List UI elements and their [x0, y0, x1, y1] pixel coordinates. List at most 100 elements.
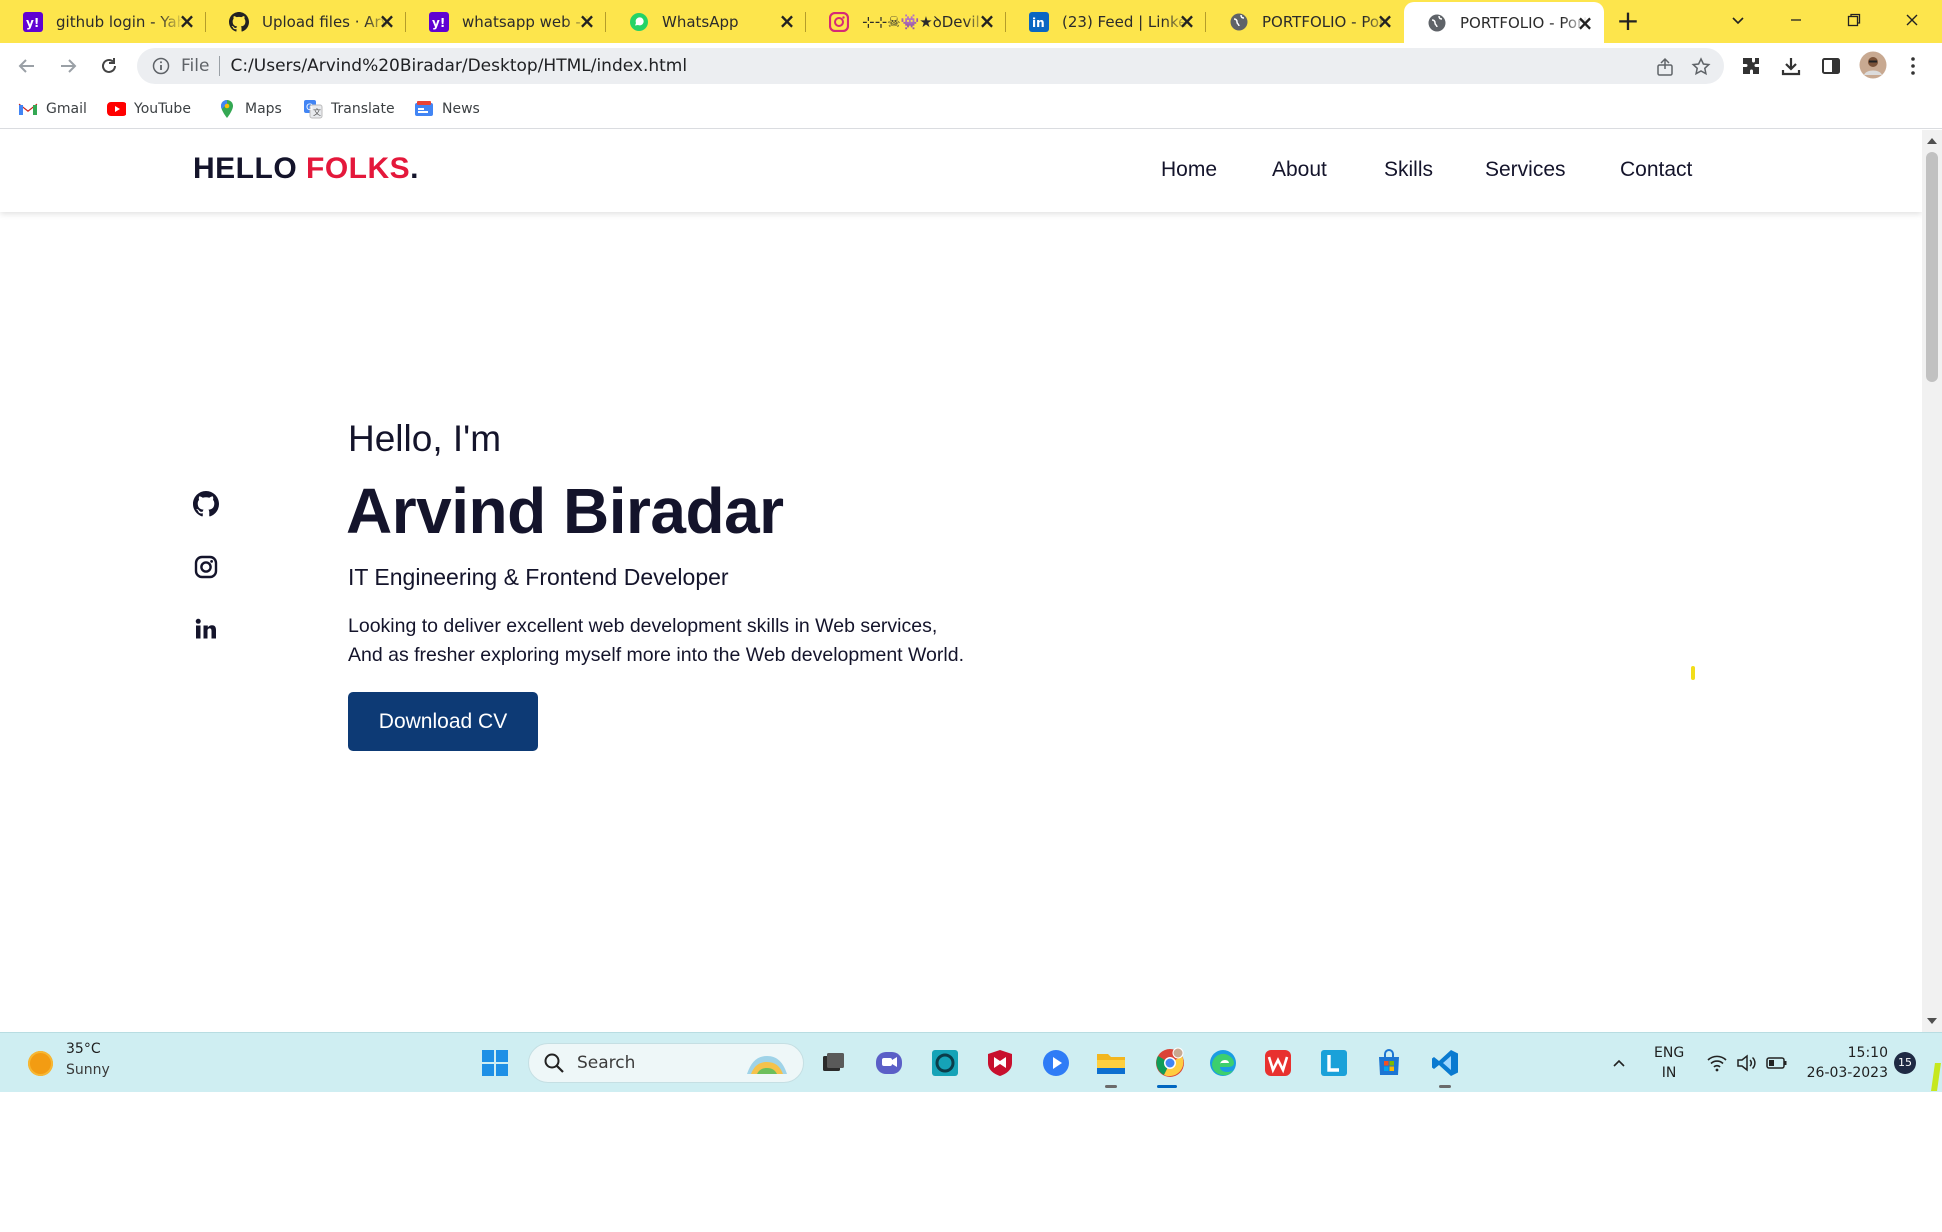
reload-icon[interactable]	[94, 51, 124, 81]
tab-title: (23) Feed | LinkedIn	[1062, 12, 1190, 31]
notification-count-badge[interactable]: 15	[1894, 1052, 1916, 1074]
weather-description[interactable]: Sunny	[66, 1062, 110, 1078]
tab-search-chevron-icon[interactable]	[1718, 4, 1758, 38]
tab-title: PORTFOLIO - Portfolio	[1460, 13, 1588, 32]
bookmark-label: News	[442, 101, 480, 117]
tab-whatsapp[interactable]: WhatsApp ×	[606, 0, 806, 43]
address-divider	[219, 56, 221, 76]
page-scrollbar[interactable]	[1922, 130, 1942, 1032]
nav-skills[interactable]: Skills	[1384, 158, 1433, 182]
url-text[interactable]: C:/Users/Arvind%20Biradar/Desktop/HTML/i…	[230, 56, 687, 76]
forward-arrow-icon[interactable]	[53, 51, 83, 81]
globe-icon	[1228, 11, 1250, 33]
address-bar[interactable]: File C:/Users/Arvind%20Biradar/Desktop/H…	[137, 48, 1724, 84]
battery-icon[interactable]	[1763, 1033, 1791, 1093]
tab-linkedin-feed[interactable]: in (23) Feed | LinkedIn ×	[1006, 0, 1206, 43]
linkedin-icon[interactable]	[192, 615, 220, 643]
tab-upload-files[interactable]: Upload files · Arvind Biradar ×	[206, 0, 406, 43]
nav-about[interactable]: About	[1272, 158, 1327, 182]
bookmark-label: Translate	[331, 101, 395, 117]
tab-whatsapp-web-search[interactable]: y! whatsapp web - Yahoo Search ×	[406, 0, 606, 43]
minimize-icon[interactable]	[1776, 4, 1816, 38]
svg-text:文: 文	[313, 107, 321, 117]
nav-contact[interactable]: Contact	[1620, 158, 1692, 182]
windows-start-icon[interactable]	[478, 1046, 512, 1080]
sun-weather-icon[interactable]	[28, 1051, 53, 1076]
tab-title: whatsapp web - Yahoo Search	[462, 12, 590, 31]
info-icon[interactable]	[151, 56, 171, 76]
download-icon[interactable]	[1778, 53, 1804, 79]
new-tab-button[interactable]: +	[1613, 6, 1643, 36]
extensions-icon[interactable]	[1738, 53, 1764, 79]
mcafee-icon[interactable]	[983, 1046, 1017, 1080]
language-indicator[interactable]: ENG IN	[1654, 1043, 1684, 1083]
site-logo[interactable]: HELLO FOLKS.	[193, 152, 419, 186]
bookmark-news[interactable]: News	[414, 97, 480, 121]
close-icon[interactable]: ×	[1176, 10, 1198, 32]
search-highlight-icon	[747, 1056, 787, 1074]
volume-icon[interactable]	[1733, 1033, 1761, 1093]
scroll-up-arrow-icon[interactable]	[1927, 138, 1937, 144]
scrollbar-thumb[interactable]	[1926, 152, 1938, 382]
close-icon[interactable]: ×	[576, 10, 598, 32]
side-panel-icon[interactable]	[1818, 53, 1844, 79]
tab-portfolio[interactable]: PORTFOLIO - Portfolio ×	[1206, 0, 1404, 43]
file-explorer-icon[interactable]	[1094, 1046, 1128, 1088]
show-hidden-icons-chevron-icon[interactable]	[1604, 1033, 1634, 1093]
download-cv-button[interactable]: Download CV	[348, 692, 538, 751]
tab-instagram[interactable]: ⊹⊹☠︎👾★ꝺDevil ×	[806, 0, 1006, 43]
teams-chat-icon[interactable]	[872, 1046, 906, 1080]
cortana-icon[interactable]	[928, 1046, 962, 1080]
chrome-icon[interactable]	[1150, 1046, 1190, 1088]
close-icon[interactable]: ×	[776, 10, 798, 32]
lens-app-icon[interactable]	[1317, 1046, 1351, 1080]
edge-icon[interactable]	[1206, 1046, 1240, 1080]
vscode-icon[interactable]	[1428, 1046, 1462, 1088]
wifi-icon[interactable]	[1703, 1033, 1731, 1093]
globe-icon	[1426, 12, 1448, 34]
close-icon[interactable]: ×	[976, 10, 998, 32]
nav-home[interactable]: Home	[1161, 158, 1217, 182]
search-icon	[544, 1053, 564, 1073]
hero-role: IT Engineering & Frontend Developer	[348, 564, 729, 590]
windows-taskbar: 35°C Sunny Search ENG IN 15:10 26-03-202…	[0, 1032, 1942, 1092]
hero-bio-line: And as fresher exploring myself more int…	[348, 644, 964, 666]
bookmark-label: Gmail	[46, 101, 87, 117]
tab-title: ⊹⊹☠︎👾★ꝺDevil	[862, 12, 980, 31]
close-window-icon[interactable]	[1892, 4, 1932, 38]
microsoft-store-icon[interactable]	[1372, 1046, 1406, 1080]
bookmark-gmail[interactable]: Gmail	[18, 97, 87, 121]
github-icon[interactable]	[192, 490, 220, 518]
weather-temperature[interactable]: 35°C	[66, 1041, 101, 1057]
bookmark-youtube[interactable]: YouTube	[106, 97, 191, 121]
news-icon	[414, 99, 434, 119]
instagram-icon[interactable]	[192, 553, 220, 581]
bookmark-translate[interactable]: G文 Translate	[303, 97, 395, 121]
github-icon	[228, 11, 250, 33]
close-icon[interactable]: ×	[376, 10, 398, 32]
close-icon[interactable]: ×	[1574, 12, 1596, 34]
system-clock[interactable]: 15:10 26-03-2023	[1806, 1043, 1888, 1083]
nav-services[interactable]: Services	[1485, 158, 1566, 182]
logo-accent-text: FOLKS	[306, 152, 411, 185]
share-icon[interactable]	[1654, 56, 1676, 78]
back-arrow-icon[interactable]	[12, 51, 42, 81]
scroll-down-arrow-icon[interactable]	[1927, 1018, 1937, 1024]
close-icon[interactable]: ×	[1374, 10, 1396, 32]
language-code: ENG	[1654, 1045, 1685, 1061]
media-player-icon[interactable]	[1039, 1046, 1073, 1080]
more-menu-icon[interactable]	[1900, 53, 1926, 79]
task-view-icon[interactable]	[816, 1046, 850, 1080]
taskbar-search-box[interactable]: Search	[528, 1043, 804, 1083]
bookmark-maps[interactable]: Maps	[217, 97, 282, 121]
profile-avatar[interactable]	[1859, 51, 1887, 79]
translate-icon: G文	[303, 99, 323, 119]
hero-greeting: Hello, I'm	[348, 418, 502, 459]
wps-office-icon[interactable]	[1261, 1046, 1295, 1080]
tab-portfolio-active[interactable]: PORTFOLIO - Portfolio ×	[1404, 2, 1604, 43]
maps-icon	[217, 99, 237, 119]
restore-icon[interactable]	[1834, 4, 1874, 38]
tab-github-login[interactable]: y! github login - Yahoo Search Results ×	[0, 0, 206, 43]
bookmark-star-icon[interactable]	[1690, 56, 1712, 78]
close-icon[interactable]: ×	[176, 10, 198, 32]
